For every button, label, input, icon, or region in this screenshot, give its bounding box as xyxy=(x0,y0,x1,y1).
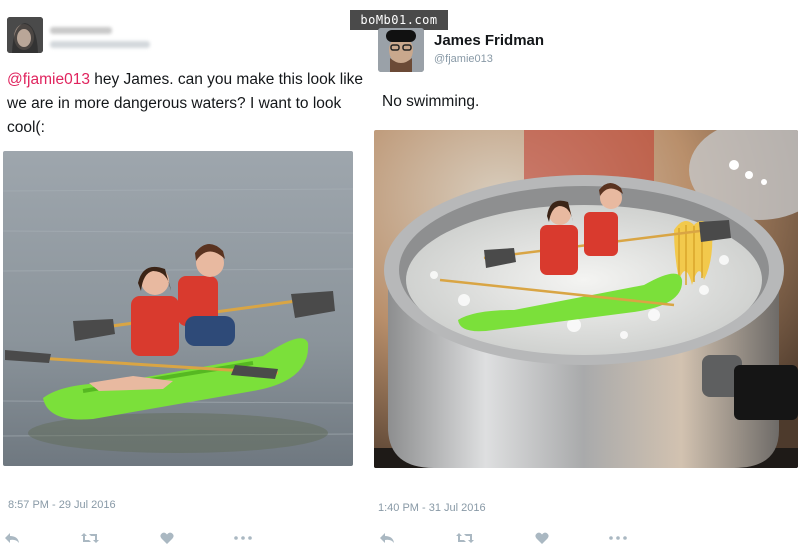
avatar[interactable] xyxy=(378,28,424,72)
heart-icon[interactable] xyxy=(157,529,177,547)
heart-icon[interactable] xyxy=(532,529,552,547)
tweet-text: @fjamie013 hey James. can you make this … xyxy=(7,68,373,140)
pot-photo[interactable] xyxy=(374,130,798,468)
user-handle[interactable]: @fjamie013 xyxy=(434,53,493,65)
kayak-photo[interactable] xyxy=(3,151,353,466)
more-icon[interactable] xyxy=(608,529,628,547)
mention-link[interactable]: @fjamie013 xyxy=(7,71,90,88)
tweet-timestamp[interactable]: 8:57 PM - 29 Jul 2016 xyxy=(8,499,116,511)
tweet-actions xyxy=(0,529,370,547)
tweet-timestamp[interactable]: 1:40 PM - 31 Jul 2016 xyxy=(378,502,486,514)
retweet-icon[interactable] xyxy=(455,529,475,547)
blurred-display-name xyxy=(50,27,112,34)
reply-icon[interactable] xyxy=(377,529,397,547)
avatar[interactable] xyxy=(7,17,43,53)
display-name[interactable]: James Fridman xyxy=(434,32,544,49)
tweet-text: No swimming. xyxy=(382,93,480,110)
retweet-icon[interactable] xyxy=(80,529,100,547)
blurred-handle xyxy=(50,41,150,48)
more-icon[interactable] xyxy=(233,529,253,547)
right-tweet: James Fridman @fjamie013 No swimming. 1:… xyxy=(370,0,800,558)
left-tweet: @fjamie013 hey James. can you make this … xyxy=(0,0,370,558)
reply-icon[interactable] xyxy=(2,529,22,547)
tweet-actions xyxy=(370,529,800,547)
